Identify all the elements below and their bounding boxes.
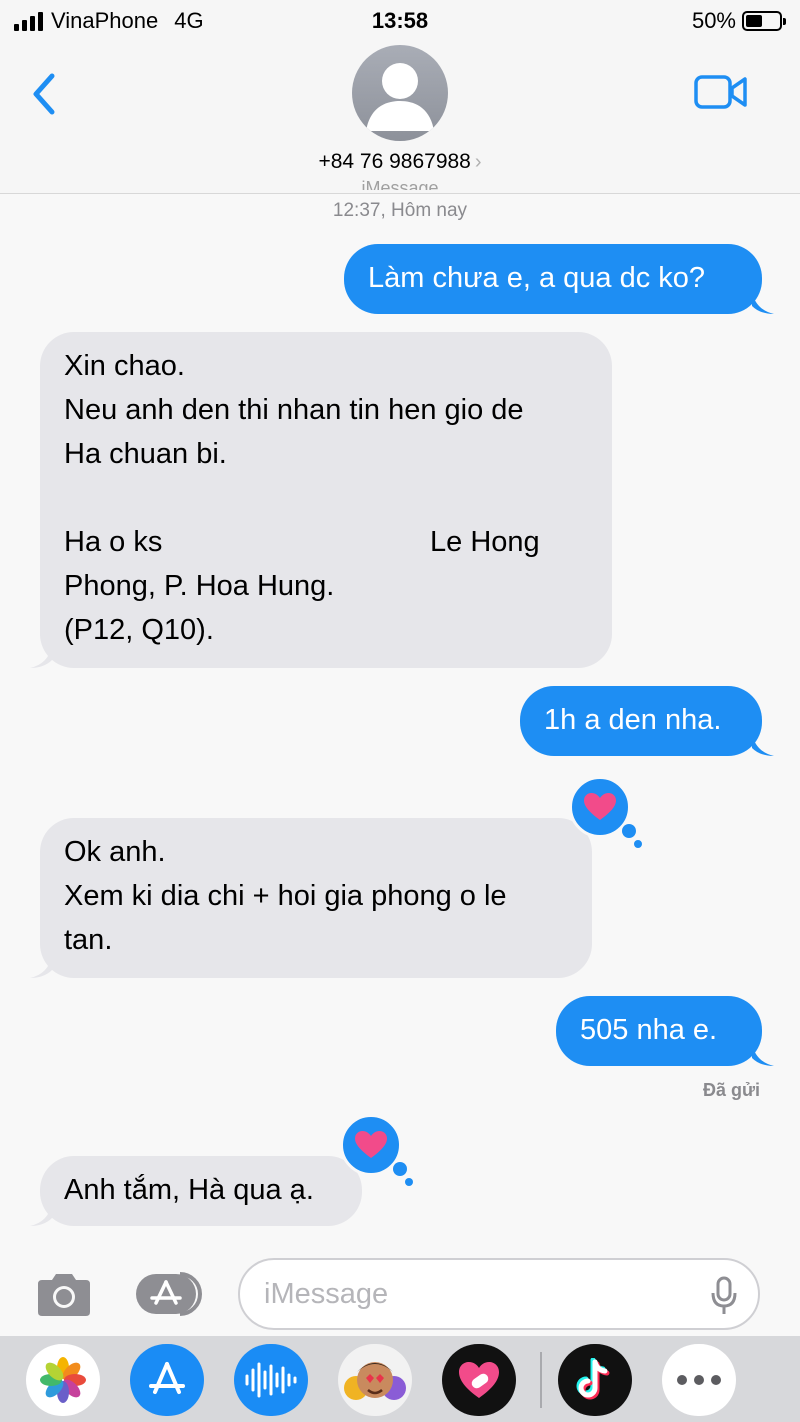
- heart-icon: [584, 793, 616, 820]
- battery-icon: [742, 11, 786, 31]
- bubble-tail: [752, 292, 774, 314]
- tapback-bubble-dot: [393, 1162, 407, 1176]
- person-icon: [366, 63, 434, 131]
- clock: 13:58: [371, 8, 429, 33]
- incoming-message[interactable]: Ok anh. Xem ki dia chi + hoi gia phong o…: [40, 818, 592, 978]
- tapback-bubble-dot: [622, 824, 636, 838]
- message-text: (P12, Q10).: [64, 614, 214, 646]
- message-thread[interactable]: iMessage 12:37, Hôm nay Làm chưa e, a qu…: [0, 178, 800, 1254]
- contact-number: +84 76 9867988: [318, 150, 471, 173]
- conversation-header: +84 76 9867988 ›: [0, 42, 800, 194]
- message-text: Ha chuan bi.: [64, 438, 227, 470]
- incoming-message[interactable]: Anh tắm, Hà qua ạ.: [40, 1156, 362, 1226]
- facetime-button[interactable]: [694, 74, 748, 110]
- microphone-icon: [711, 1276, 737, 1314]
- bubble-tail: [752, 734, 774, 756]
- chevron-left-icon: [33, 73, 55, 115]
- incoming-message[interactable]: Xin chao. Neu anh den thi nhan tin hen g…: [40, 332, 612, 668]
- service-label: iMessage: [361, 178, 439, 190]
- message-text: Le Hong: [430, 526, 540, 558]
- camera-icon: [38, 1274, 90, 1316]
- more-icon[interactable]: [662, 1344, 736, 1416]
- compose-bar: iMessage: [0, 1254, 800, 1336]
- outgoing-message[interactable]: Làm chưa e, a qua dc ko?: [344, 244, 762, 314]
- dictation-button[interactable]: [710, 1276, 738, 1316]
- message-text: Phong, P. Hoa Hung.: [64, 570, 335, 602]
- outgoing-message[interactable]: 1h a den nha.: [520, 686, 762, 756]
- chevron-right-icon: ›: [474, 151, 482, 173]
- delivery-status: Đã gửi: [702, 1080, 760, 1100]
- message-text: 505 nha e.: [580, 1014, 718, 1046]
- drawer-divider: [540, 1352, 542, 1408]
- tapback-bubble-dot: [405, 1178, 413, 1186]
- video-camera-icon: [694, 75, 747, 109]
- tiktok-icon[interactable]: [558, 1344, 632, 1416]
- audio-message-icon[interactable]: [234, 1344, 308, 1416]
- tapback-bubble-dot: [634, 840, 642, 848]
- message-text: Xin chao.: [64, 350, 185, 382]
- app-store-glyph-icon: [149, 1362, 185, 1394]
- message-line: Ha o ks Le Hong: [64, 520, 588, 564]
- photos-flower-icon: [40, 1357, 86, 1403]
- message-input[interactable]: iMessage: [238, 1258, 760, 1330]
- heart-icon: [355, 1131, 387, 1158]
- message-text: Xem ki dia chi + hoi gia phong o le: [64, 880, 507, 912]
- message-text: Anh tắm, Hà qua ạ.: [64, 1174, 314, 1206]
- contact-name[interactable]: +84 76 9867988 ›: [0, 150, 800, 174]
- ellipsis-icon: [677, 1375, 721, 1385]
- app-drawer: [0, 1336, 800, 1422]
- back-button[interactable]: [28, 70, 68, 118]
- status-bar: VinaPhone 4G 13:58 50%: [0, 0, 800, 42]
- digital-touch-icon[interactable]: [442, 1344, 516, 1416]
- camera-button[interactable]: [34, 1272, 94, 1318]
- bubble-tail: [30, 646, 52, 668]
- bubble-tail: [30, 956, 52, 978]
- status-right: 50%: [691, 8, 786, 34]
- bubble-tail: [752, 1044, 774, 1066]
- input-placeholder: iMessage: [264, 1278, 389, 1310]
- message-text: Neu anh den thi nhan tin hen gio de: [64, 394, 524, 426]
- message-text: Ha o ks: [64, 526, 163, 558]
- battery-percent: 50%: [691, 8, 736, 33]
- outgoing-message[interactable]: 505 nha e.: [556, 996, 762, 1066]
- memoji-faces-icon: [344, 1362, 406, 1400]
- heart-touch-icon: [459, 1362, 499, 1398]
- bubble-tail: [30, 1204, 52, 1226]
- avatar[interactable]: [352, 45, 448, 141]
- apps-icon: [136, 1272, 202, 1316]
- photos-icon[interactable]: [26, 1344, 100, 1416]
- message-text: Ok anh.: [64, 836, 166, 868]
- message-timestamp: 12:37, Hôm nay: [332, 200, 468, 221]
- message-text: tan.: [64, 924, 113, 956]
- message-text: 1h a den nha.: [544, 704, 722, 736]
- memoji-icon[interactable]: [338, 1344, 412, 1416]
- message-text: Làm chưa e, a qua dc ko?: [368, 262, 706, 294]
- tiktok-note-icon: [576, 1358, 610, 1400]
- app-store-button[interactable]: [134, 1270, 206, 1318]
- waveform-icon: [245, 1362, 297, 1398]
- app-store-icon[interactable]: [130, 1344, 204, 1416]
